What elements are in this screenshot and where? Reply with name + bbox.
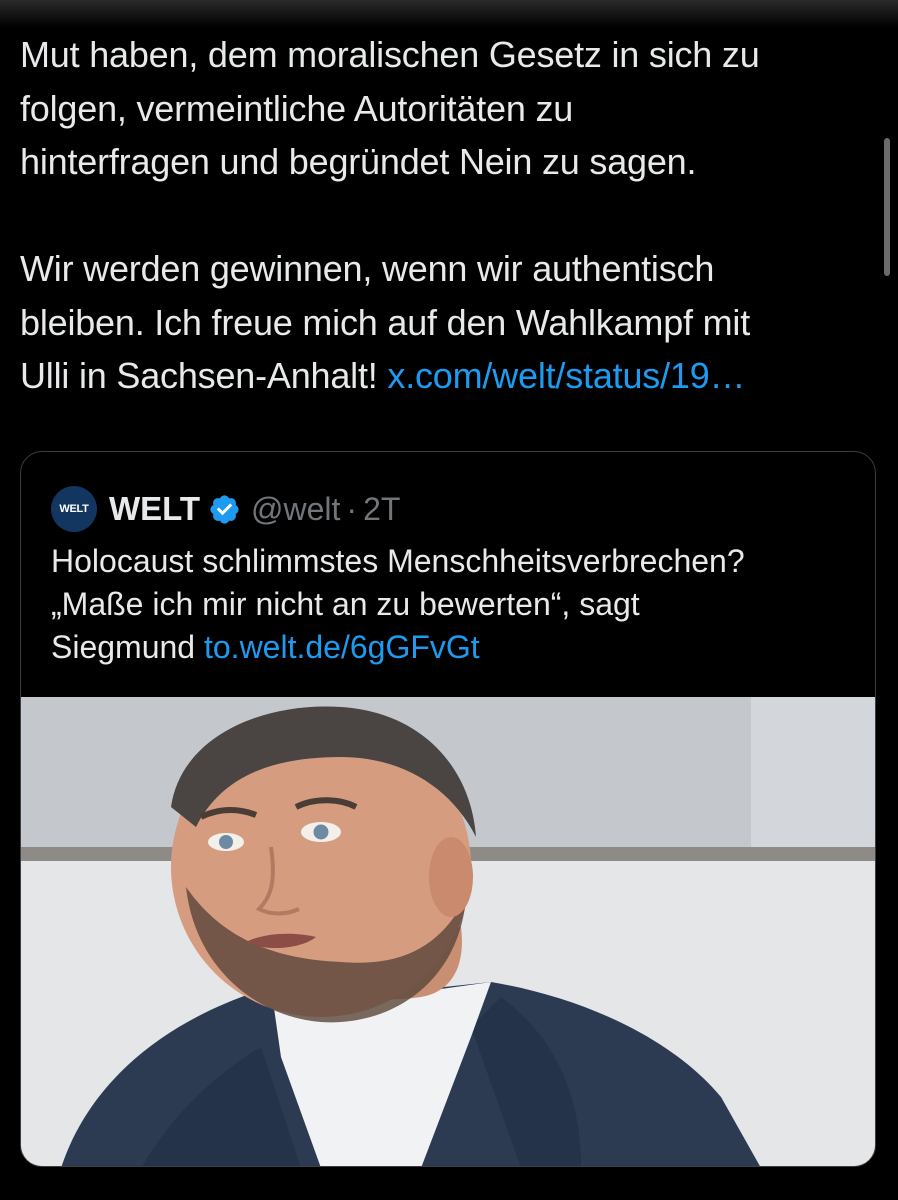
quoted-tweet-header: WELT WELT @welt · 2T	[51, 486, 400, 532]
quoted-tweet-card[interactable]: WELT WELT @welt · 2T Holocaust schlimmst…	[20, 451, 876, 1167]
handle[interactable]: @welt	[251, 491, 340, 528]
left-iris	[219, 835, 233, 849]
tweet-line: Wir werden gewinnen, wenn wir authentisc…	[20, 248, 715, 289]
quote-line: „Maße ich mir nicht an zu bewerten“, sag…	[51, 586, 640, 622]
quoted-status-link[interactable]: x.com/welt/status/19…	[387, 355, 745, 396]
scrollbar[interactable]	[884, 138, 890, 276]
article-photo[interactable]	[21, 697, 875, 1166]
tweet-text: Mut haben, dem moralischen Gesetz in sic…	[20, 28, 870, 403]
article-link[interactable]: to.welt.de/6gGFvGt	[204, 629, 480, 665]
avatar[interactable]: WELT	[51, 486, 97, 532]
separator-dot: ·	[346, 490, 358, 527]
tweet-line: Mut haben, dem moralischen Gesetz in sic…	[20, 34, 760, 75]
quote-line: Holocaust schlimmstes Menschheitsverbrec…	[51, 543, 745, 579]
status-bar-fade	[0, 0, 898, 28]
tweet-line: bleiben. Ich freue mich auf den Wahlkamp…	[20, 301, 751, 343]
window-panel	[751, 697, 875, 847]
tweet-line: hinterfragen und begründet Nein zu sagen…	[20, 141, 697, 182]
right-iris	[313, 824, 329, 840]
portrait-illustration	[21, 697, 875, 1166]
timestamp[interactable]: 2T	[363, 491, 400, 528]
ear	[429, 837, 473, 917]
quote-line: Siegmund	[51, 629, 204, 665]
display-name[interactable]: WELT	[109, 490, 200, 528]
avatar-logo-text: WELT	[59, 503, 89, 515]
quoted-tweet-text: Holocaust schlimmstes Menschheitsverbrec…	[51, 540, 861, 669]
tweet-line-with-link: Ulli in Sachsen-Anhalt! x.com/welt/statu…	[20, 349, 870, 403]
tweet-line: folgen, vermeintliche Autoritäten zu	[20, 87, 574, 129]
tweet-line: Ulli in Sachsen-Anhalt!	[20, 355, 388, 396]
quote-line-with-link: Siegmund to.welt.de/6gGFvGt	[51, 626, 861, 669]
verified-badge-icon	[210, 494, 239, 524]
